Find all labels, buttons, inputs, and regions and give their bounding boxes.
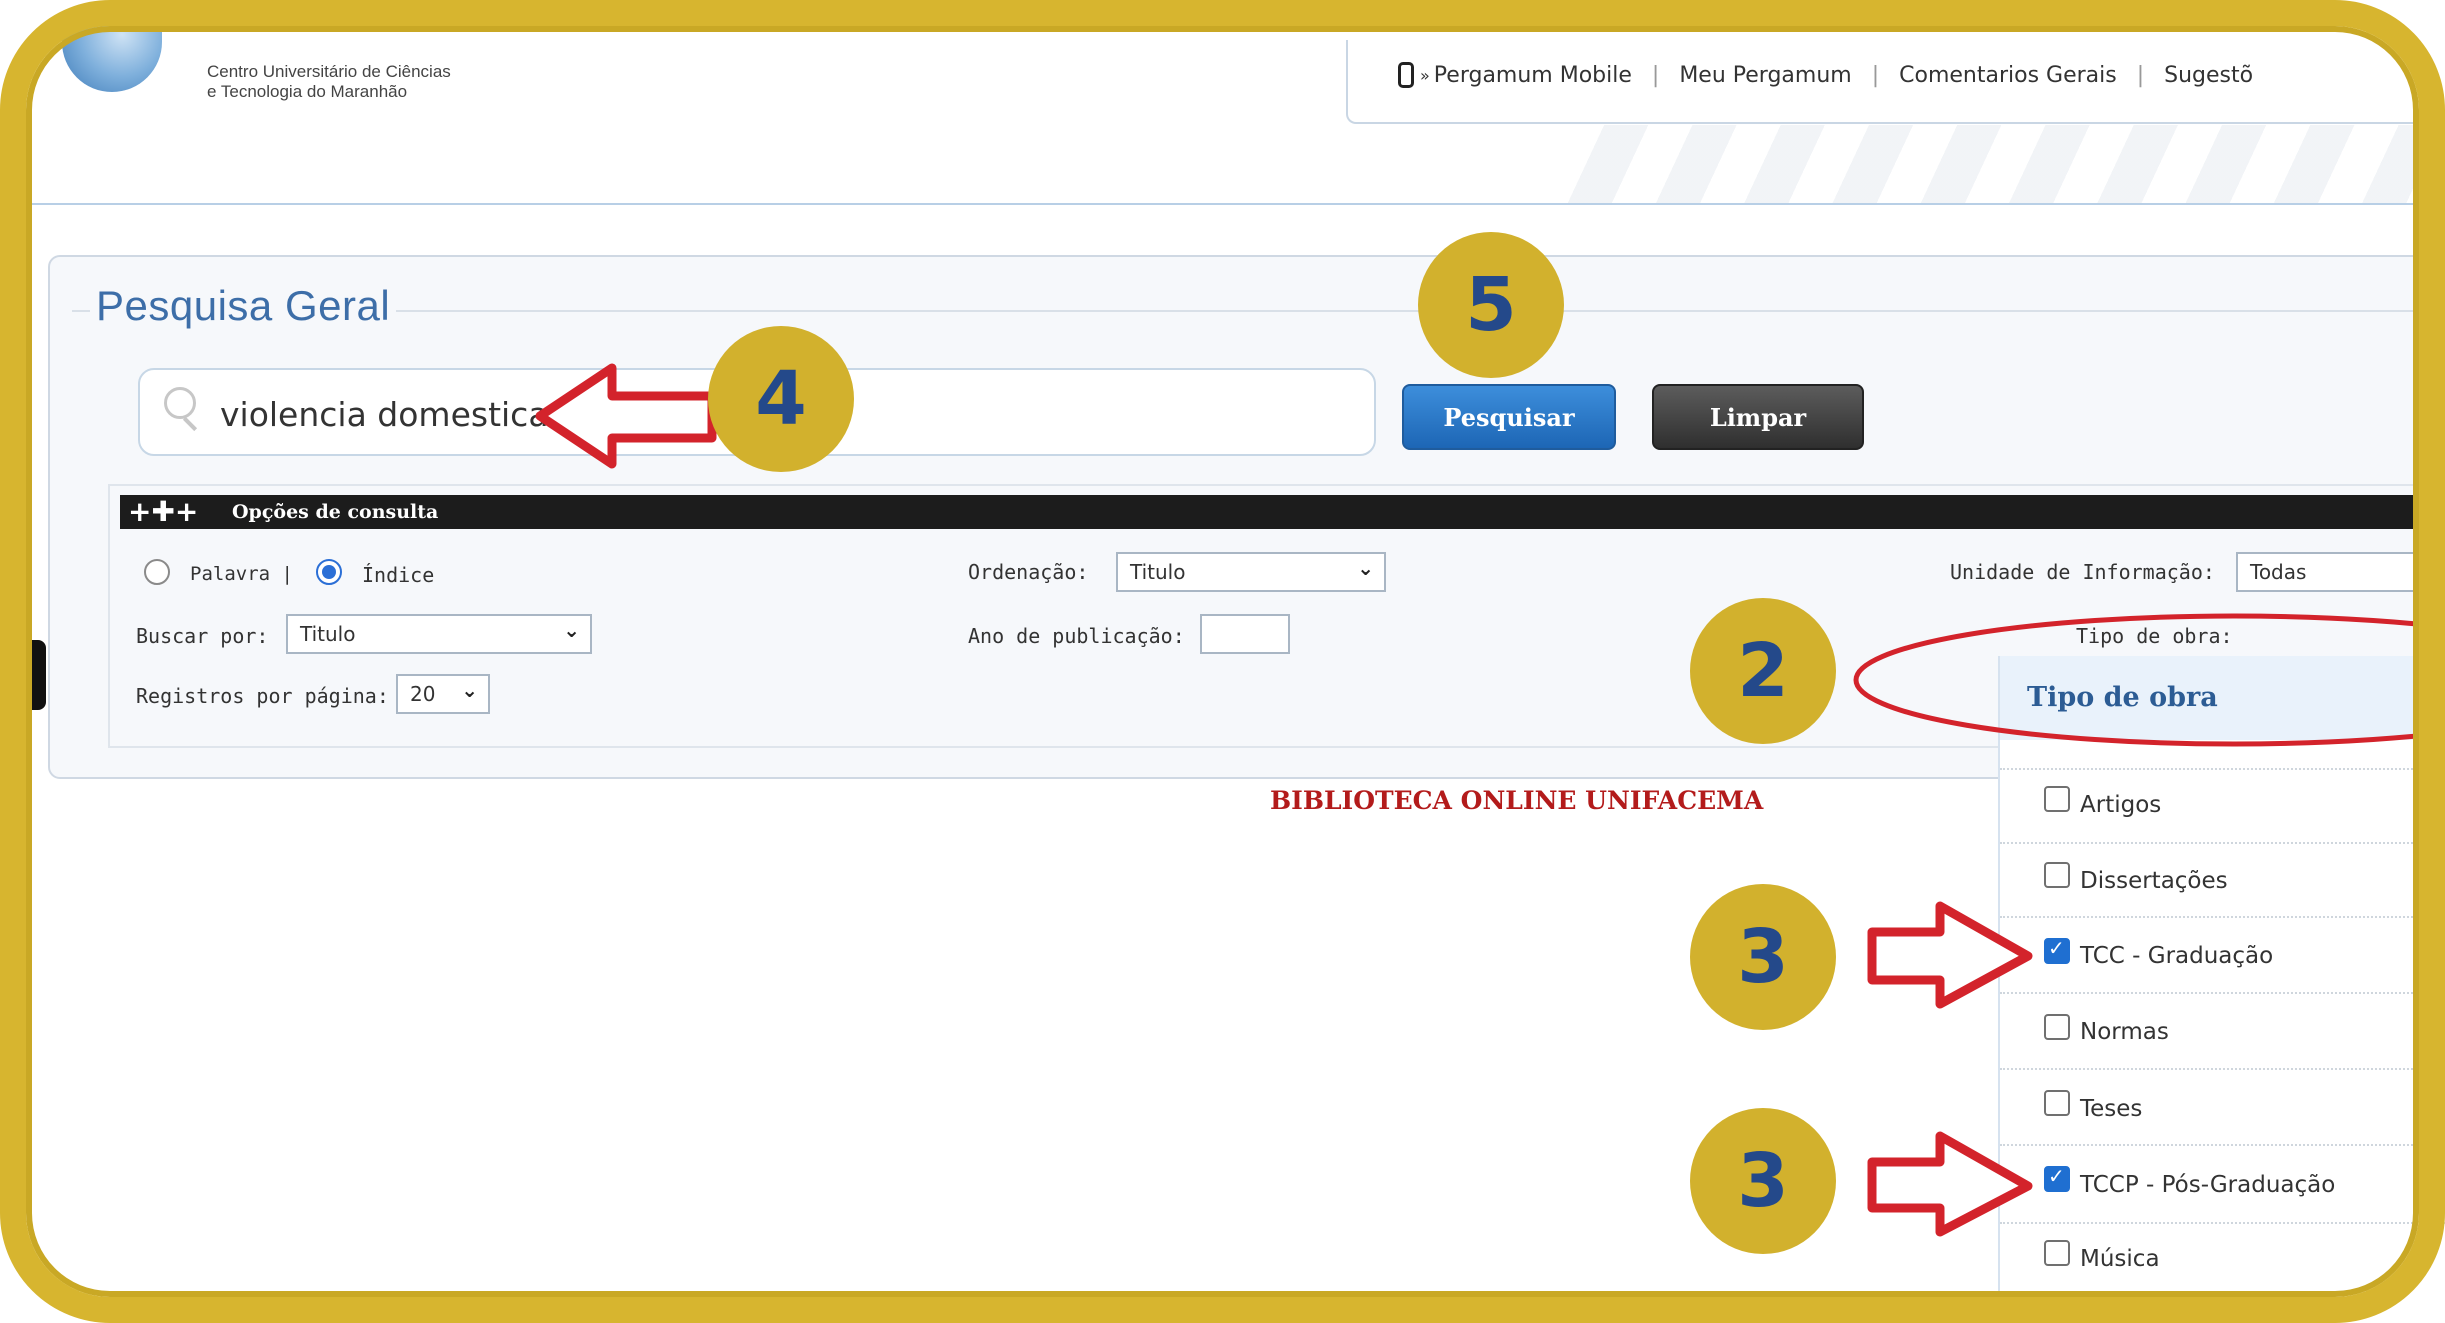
checkbox-dissertacoes[interactable] — [2044, 862, 2070, 888]
unidade-select[interactable]: Todas — [2236, 552, 2445, 592]
search-icon — [164, 387, 196, 419]
chevron-down-icon: ⌄ — [461, 678, 478, 702]
checkbox-artigos[interactable] — [2044, 786, 2070, 812]
tipo-obra-label: Tipo de obra: — [2076, 624, 2233, 648]
expand-plus-icon[interactable]: +✚+ — [128, 497, 198, 527]
page-title: Pesquisa Geral — [90, 282, 397, 330]
nav-separator: | — [2136, 62, 2145, 88]
buscar-por-label: Buscar por: — [136, 624, 269, 648]
tipo-obra-dropdown-title: Tipo de obra — [2027, 682, 2218, 713]
search-input-value[interactable]: violencia domestica — [220, 395, 549, 434]
nav-separator: | — [1651, 62, 1660, 88]
checkbox-normas[interactable] — [2044, 1014, 2070, 1040]
limpar-button[interactable]: Limpar — [1652, 384, 1864, 450]
header-decoration — [1560, 125, 2445, 203]
nav-link-mobile[interactable]: Pergamum Mobile — [1434, 63, 1632, 88]
chevron-down-icon: ⌄ — [1357, 556, 1374, 580]
radio-palavra[interactable] — [144, 559, 170, 585]
list-item-label: Normas — [2080, 1019, 2169, 1045]
list-item-label: Música — [2080, 1246, 2160, 1272]
library-title: BIBLIOTECA ONLINE UNIFACEMA — [1270, 786, 1764, 815]
logo-line-2: e Tecnologia do Maranhão — [207, 82, 408, 101]
step-badge-search: 4 — [708, 326, 854, 472]
list-item-label: Teses — [2080, 1096, 2143, 1122]
list-item-label: TCC - Graduação — [2080, 943, 2274, 969]
step-badge-tccp: 3 — [1690, 1108, 1836, 1254]
checkbox-teses[interactable] — [2044, 1090, 2070, 1116]
list-item-label: Artigos — [2080, 792, 2162, 818]
step-badge-tcc: 3 — [1690, 884, 1836, 1030]
ordenacao-value: Titulo — [1130, 560, 1186, 584]
mobile-prefix: » — [1420, 65, 1430, 85]
chevron-down-icon: ⌄ — [563, 618, 580, 642]
nav-link-meu-pergamum[interactable]: Meu Pergamum — [1679, 63, 1851, 88]
checkbox-musica[interactable] — [2044, 1240, 2070, 1266]
unidade-label: Unidade de Informação: — [1950, 560, 2215, 584]
step-badge-submit: 5 — [1418, 232, 1564, 378]
logo-text: Centro Universitário de Ciências e Tecno… — [207, 62, 451, 102]
list-item-label: TCCP - Pós-Graduação — [2080, 1172, 2336, 1198]
mobile-phone-icon — [1398, 62, 1414, 88]
ordenacao-label: Ordenação: — [968, 560, 1089, 584]
options-bar-label[interactable]: Opções de consulta — [232, 501, 438, 523]
step-badge-tipo: 2 — [1690, 598, 1836, 744]
list-item-label: Dissertações — [2080, 868, 2228, 894]
header-divider — [0, 203, 2445, 205]
nav-link-sugestoes[interactable]: Sugestõ — [2164, 63, 2253, 88]
ordenacao-select[interactable]: Titulo ⌄ — [1116, 552, 1386, 592]
ano-publicacao-input[interactable] — [1200, 614, 1290, 654]
buscar-por-select[interactable]: Titulo ⌄ — [286, 614, 592, 654]
radio-palavra-label: Palavra | — [190, 563, 293, 585]
logo-line-1: Centro Universitário de Ciências — [207, 62, 451, 81]
checkbox-tccp-pos-graduacao[interactable] — [2044, 1164, 2070, 1192]
side-tab — [26, 640, 46, 710]
ano-publicacao-label: Ano de publicação: — [968, 624, 1185, 648]
legend-line — [72, 310, 2445, 312]
nav-separator: | — [1871, 62, 1880, 88]
screen: Centro Universitário de Ciências e Tecno… — [0, 0, 2445, 1323]
registros-value: 20 — [410, 682, 436, 706]
buscar-por-value: Titulo — [300, 622, 356, 646]
radio-indice[interactable] — [316, 559, 342, 585]
checkbox-tcc-graduacao[interactable] — [2044, 936, 2070, 964]
top-nav: » Pergamum Mobile | Meu Pergamum | Comentario… — [1398, 62, 2253, 88]
radio-indice-label: Índice — [362, 563, 435, 587]
pesquisar-button[interactable]: Pesquisar — [1402, 384, 1616, 450]
registros-label: Registros por página: — [136, 684, 389, 708]
nav-link-comentarios[interactable]: Comentarios Gerais — [1899, 63, 2117, 88]
options-bar[interactable] — [120, 495, 2445, 529]
unidade-value: Todas — [2250, 560, 2307, 584]
registros-select[interactable]: 20 ⌄ — [396, 674, 490, 714]
